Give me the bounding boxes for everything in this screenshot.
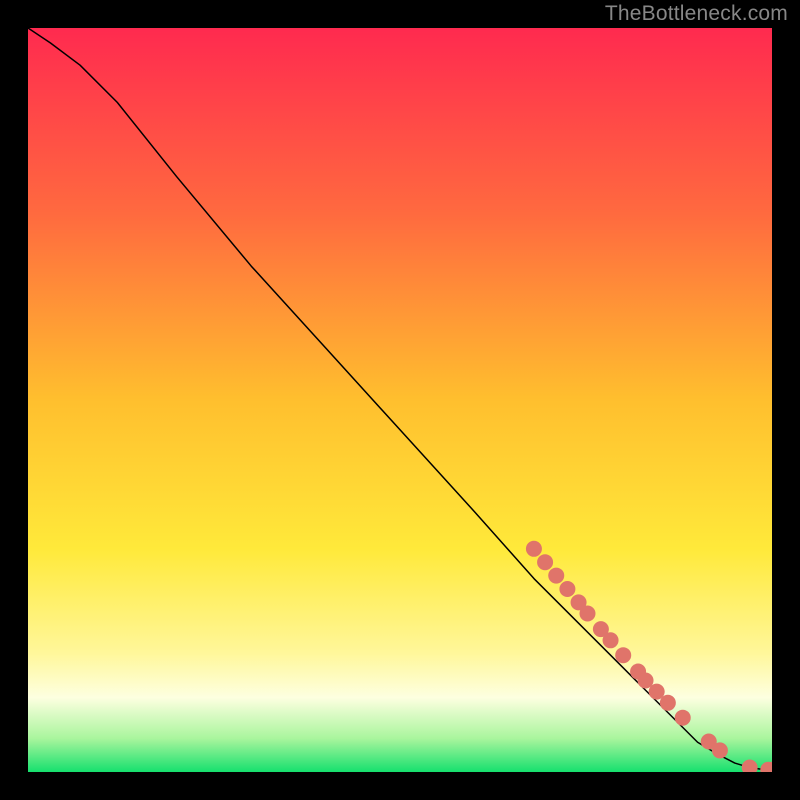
marker-point	[537, 554, 553, 570]
watermark-label: TheBottleneck.com	[605, 2, 788, 26]
marker-point	[615, 647, 631, 663]
gradient-background	[28, 28, 772, 772]
figure-stage: TheBottleneck.com	[0, 0, 800, 800]
marker-point	[712, 742, 728, 758]
plot-svg	[28, 28, 772, 772]
marker-point	[559, 581, 575, 597]
marker-point	[603, 632, 619, 648]
plot-area	[28, 28, 772, 772]
marker-point	[579, 606, 595, 622]
marker-point	[660, 695, 676, 711]
marker-point	[548, 568, 564, 584]
marker-point	[526, 541, 542, 557]
marker-point	[675, 710, 691, 726]
